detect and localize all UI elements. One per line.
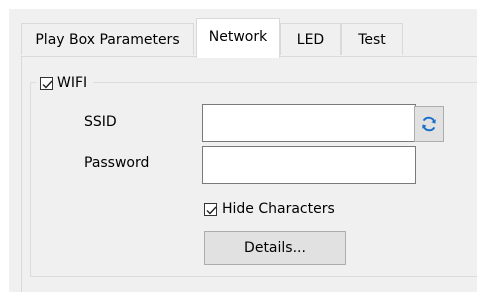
tab-test[interactable]: Test xyxy=(341,23,403,55)
tab-network[interactable]: Network xyxy=(196,18,280,58)
hide-characters-row[interactable]: Hide Characters xyxy=(204,200,335,218)
tab-label: Play Box Parameters xyxy=(35,31,180,48)
ssid-input[interactable] xyxy=(202,104,416,142)
tab-label: LED xyxy=(296,31,325,48)
ssid-label: SSID xyxy=(84,114,117,130)
ssid-refresh-button[interactable] xyxy=(414,106,444,142)
password-input[interactable] xyxy=(202,146,416,184)
checkmark-icon xyxy=(42,80,53,89)
tab-label: Test xyxy=(358,31,386,48)
hide-characters-checkbox[interactable] xyxy=(204,202,217,216)
wifi-checkbox-row[interactable]: WIFI xyxy=(36,72,94,94)
wifi-label: WIFI xyxy=(57,75,88,91)
details-button[interactable]: Details... xyxy=(204,231,346,265)
refresh-icon xyxy=(422,116,436,132)
tab-label: Network xyxy=(208,29,268,45)
hide-characters-label: Hide Characters xyxy=(222,201,335,217)
tab-play-box-parameters[interactable]: Play Box Parameters xyxy=(21,23,194,55)
checkmark-icon xyxy=(206,206,217,215)
wifi-checkbox[interactable] xyxy=(40,76,53,90)
details-button-label: Details... xyxy=(244,240,306,256)
password-label: Password xyxy=(84,155,150,171)
tab-led[interactable]: LED xyxy=(280,23,341,55)
